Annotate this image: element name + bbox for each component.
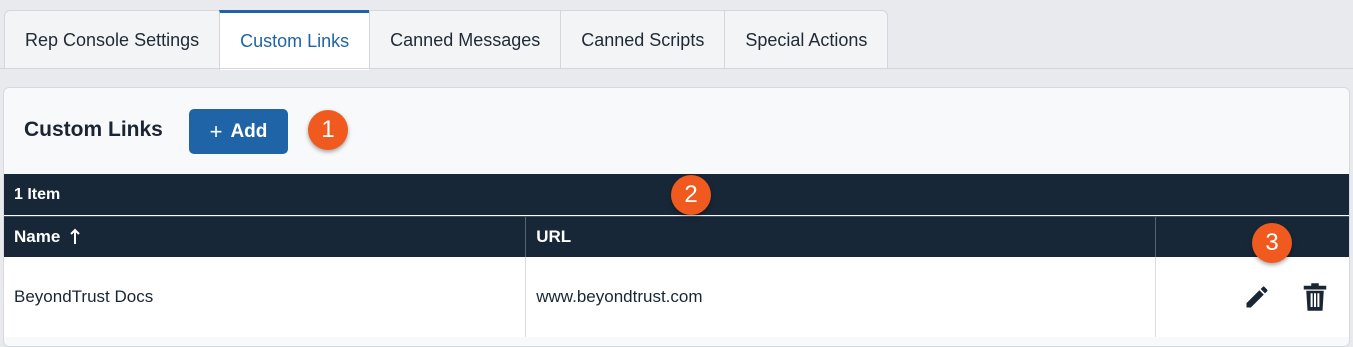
tab-label: Custom Links [240,31,350,51]
custom-links-panel: Custom Links + Add 1 Item Name URL Beyon… [3,87,1350,347]
tab-canned-messages[interactable]: Canned Messages [369,10,561,69]
cell-url: www.beyondtrust.com [526,257,1157,337]
tab-divider [0,68,1353,69]
tab-canned-scripts[interactable]: Canned Scripts [560,10,725,69]
arrow-up-icon [70,228,81,244]
tab-label: Special Actions [745,29,868,50]
tab-bar: Rep Console Settings Custom Links Canned… [4,10,889,70]
tab-special-actions[interactable]: Special Actions [724,10,889,69]
delete-button[interactable] [1299,281,1331,313]
callout-badge-3: 3 [1252,223,1292,263]
add-button-label: Add [230,120,268,142]
tab-custom-links[interactable]: Custom Links [219,10,370,70]
column-label: URL [536,227,572,246]
plus-icon: + [209,118,223,144]
panel-header: Custom Links + Add [4,88,1349,174]
edit-button[interactable] [1241,281,1273,313]
table-header: Name URL [4,216,1349,257]
trash-icon [1303,283,1327,311]
callout-badge-2: 2 [671,175,711,215]
add-button[interactable]: + Add [189,109,288,154]
cell-name: BeyondTrust Docs [4,257,527,337]
page-title: Custom Links [24,118,163,141]
item-count-label: 1 Item [14,185,61,203]
tab-label: Rep Console Settings [25,29,200,50]
column-label: Name [14,227,61,246]
tab-label: Canned Messages [390,29,541,50]
cell-actions [1156,257,1349,337]
pencil-icon [1246,286,1268,308]
callout-badge-1: 1 [308,110,348,150]
table-row: BeyondTrust Docs www.beyondtrust.com [4,257,1349,337]
tab-rep-console-settings[interactable]: Rep Console Settings [4,10,220,69]
column-header-url[interactable]: URL [526,217,1157,257]
tab-label: Canned Scripts [581,29,705,50]
column-header-name[interactable]: Name [4,217,527,257]
